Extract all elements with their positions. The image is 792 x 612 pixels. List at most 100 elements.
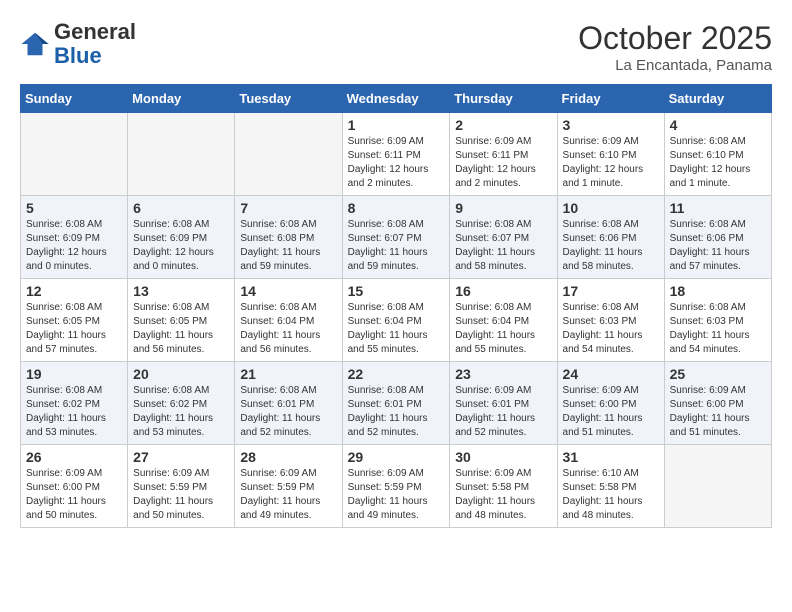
day-info: Sunrise: 6:08 AM Sunset: 6:06 PM Dayligh… xyxy=(563,218,659,274)
day-info: Sunrise: 6:09 AM Sunset: 5:58 PM Dayligh… xyxy=(455,467,551,523)
day-number: 15 xyxy=(348,283,445,299)
day-number: 10 xyxy=(563,200,659,216)
logo-general: General xyxy=(54,19,136,44)
day-number: 7 xyxy=(240,200,336,216)
weekday-header-wednesday: Wednesday xyxy=(342,85,450,113)
weekday-header-saturday: Saturday xyxy=(664,85,771,113)
calendar-table: SundayMondayTuesdayWednesdayThursdayFrid… xyxy=(20,84,772,528)
page-header: General Blue October 2025 La Encantada, … xyxy=(20,20,772,74)
calendar-week-1: 1Sunrise: 6:09 AM Sunset: 6:11 PM Daylig… xyxy=(21,113,772,196)
day-info: Sunrise: 6:08 AM Sunset: 6:03 PM Dayligh… xyxy=(563,301,659,357)
day-info: Sunrise: 6:08 AM Sunset: 6:06 PM Dayligh… xyxy=(670,218,766,274)
calendar-cell: 17Sunrise: 6:08 AM Sunset: 6:03 PM Dayli… xyxy=(557,279,664,362)
day-info: Sunrise: 6:09 AM Sunset: 5:59 PM Dayligh… xyxy=(348,467,445,523)
day-info: Sunrise: 6:08 AM Sunset: 6:02 PM Dayligh… xyxy=(26,384,122,440)
day-info: Sunrise: 6:08 AM Sunset: 6:08 PM Dayligh… xyxy=(240,218,336,274)
day-number: 23 xyxy=(455,366,551,382)
day-number: 16 xyxy=(455,283,551,299)
day-number: 13 xyxy=(133,283,229,299)
weekday-header-tuesday: Tuesday xyxy=(235,85,342,113)
logo-text: General Blue xyxy=(54,20,136,68)
calendar-cell: 2Sunrise: 6:09 AM Sunset: 6:11 PM Daylig… xyxy=(450,113,557,196)
day-number: 20 xyxy=(133,366,229,382)
day-info: Sunrise: 6:08 AM Sunset: 6:09 PM Dayligh… xyxy=(26,218,122,274)
weekday-header-thursday: Thursday xyxy=(450,85,557,113)
calendar-week-5: 26 Sunrise: 6:09 AM Sunset: 6:00 PM Dayli… xyxy=(21,445,772,528)
weekday-header-row: SundayMondayTuesdayWednesdayThursdayFrid… xyxy=(21,85,772,113)
day-info: Sunrise: 6:10 AM Sunset: 5:58 PM Dayligh… xyxy=(563,467,659,523)
calendar-cell: 29 Sunrise: 6:09 AM Sunset: 5:59 PM Dayli… xyxy=(342,445,450,528)
day-info: Sunrise: 6:09 AM Sunset: 5:59 PM Dayligh… xyxy=(133,467,229,523)
calendar-week-2: 5 Sunrise: 6:08 AM Sunset: 6:09 PM Daylig… xyxy=(21,196,772,279)
calendar-cell: 19 Sunrise: 6:08 AM Sunset: 6:02 PM Dayli… xyxy=(21,362,128,445)
calendar-cell: 20Sunrise: 6:08 AM Sunset: 6:02 PM Dayli… xyxy=(128,362,235,445)
calendar-cell: 26 Sunrise: 6:09 AM Sunset: 6:00 PM Dayli… xyxy=(21,445,128,528)
calendar-cell: 3 Sunrise: 6:09 AM Sunset: 6:10 PM Daylig… xyxy=(557,113,664,196)
logo-icon xyxy=(20,29,50,59)
calendar-cell: 15 Sunrise: 6:08 AM Sunset: 6:04 PM Dayli… xyxy=(342,279,450,362)
calendar-cell: 1Sunrise: 6:09 AM Sunset: 6:11 PM Daylig… xyxy=(342,113,450,196)
day-info: Sunrise: 6:08 AM Sunset: 6:05 PM Dayligh… xyxy=(26,301,122,357)
calendar-week-4: 19 Sunrise: 6:08 AM Sunset: 6:02 PM Dayli… xyxy=(21,362,772,445)
day-number: 22 xyxy=(348,366,445,382)
day-number: 24 xyxy=(563,366,659,382)
calendar-cell: 8Sunrise: 6:08 AM Sunset: 6:07 PM Daylig… xyxy=(342,196,450,279)
day-info: Sunrise: 6:08 AM Sunset: 6:04 PM Dayligh… xyxy=(348,301,445,357)
day-number: 5 xyxy=(26,200,122,216)
title-block: October 2025 La Encantada, Panama xyxy=(578,20,772,74)
calendar-cell: 7 Sunrise: 6:08 AM Sunset: 6:08 PM Daylig… xyxy=(235,196,342,279)
calendar-week-3: 12 Sunrise: 6:08 AM Sunset: 6:05 PM Dayli… xyxy=(21,279,772,362)
weekday-header-monday: Monday xyxy=(128,85,235,113)
day-info: Sunrise: 6:09 AM Sunset: 6:10 PM Dayligh… xyxy=(563,135,659,191)
day-info: Sunrise: 6:09 AM Sunset: 6:00 PM Dayligh… xyxy=(26,467,122,523)
calendar-cell: 30 Sunrise: 6:09 AM Sunset: 5:58 PM Dayli… xyxy=(450,445,557,528)
day-number: 18 xyxy=(670,283,766,299)
calendar-cell: 14 Sunrise: 6:08 AM Sunset: 6:04 PM Dayli… xyxy=(235,279,342,362)
day-info: Sunrise: 6:08 AM Sunset: 6:07 PM Dayligh… xyxy=(455,218,551,274)
day-info: Sunrise: 6:09 AM Sunset: 6:00 PM Dayligh… xyxy=(670,384,766,440)
day-number: 19 xyxy=(26,366,122,382)
day-info: Sunrise: 6:08 AM Sunset: 6:03 PM Dayligh… xyxy=(670,301,766,357)
calendar-cell: 16Sunrise: 6:08 AM Sunset: 6:04 PM Dayli… xyxy=(450,279,557,362)
day-number: 8 xyxy=(348,200,445,216)
calendar-cell: 23 Sunrise: 6:09 AM Sunset: 6:01 PM Dayli… xyxy=(450,362,557,445)
day-number: 28 xyxy=(240,449,336,465)
calendar-cell: 21 Sunrise: 6:08 AM Sunset: 6:01 PM Dayli… xyxy=(235,362,342,445)
day-number: 14 xyxy=(240,283,336,299)
day-number: 21 xyxy=(240,366,336,382)
calendar-cell: 28 Sunrise: 6:09 AM Sunset: 5:59 PM Dayli… xyxy=(235,445,342,528)
weekday-header-friday: Friday xyxy=(557,85,664,113)
day-info: Sunrise: 6:09 AM Sunset: 6:01 PM Dayligh… xyxy=(455,384,551,440)
day-number: 1 xyxy=(348,117,445,133)
calendar-cell: 12 Sunrise: 6:08 AM Sunset: 6:05 PM Dayli… xyxy=(21,279,128,362)
calendar-cell xyxy=(235,113,342,196)
day-number: 12 xyxy=(26,283,122,299)
calendar-cell: 10 Sunrise: 6:08 AM Sunset: 6:06 PM Dayli… xyxy=(557,196,664,279)
calendar-cell: 4Sunrise: 6:08 AM Sunset: 6:10 PM Daylig… xyxy=(664,113,771,196)
calendar-cell: 13 Sunrise: 6:08 AM Sunset: 6:05 PM Dayli… xyxy=(128,279,235,362)
day-info: Sunrise: 6:09 AM Sunset: 5:59 PM Dayligh… xyxy=(240,467,336,523)
day-number: 26 xyxy=(26,449,122,465)
calendar-cell: 5 Sunrise: 6:08 AM Sunset: 6:09 PM Daylig… xyxy=(21,196,128,279)
day-number: 4 xyxy=(670,117,766,133)
logo-blue: Blue xyxy=(54,43,102,68)
day-info: Sunrise: 6:08 AM Sunset: 6:04 PM Dayligh… xyxy=(240,301,336,357)
calendar-cell: 25Sunrise: 6:09 AM Sunset: 6:00 PM Dayli… xyxy=(664,362,771,445)
day-number: 3 xyxy=(563,117,659,133)
month-title: October 2025 xyxy=(578,20,772,57)
calendar-cell: 27 Sunrise: 6:09 AM Sunset: 5:59 PM Dayli… xyxy=(128,445,235,528)
day-number: 29 xyxy=(348,449,445,465)
calendar-cell xyxy=(128,113,235,196)
calendar-cell: 6Sunrise: 6:08 AM Sunset: 6:09 PM Daylig… xyxy=(128,196,235,279)
day-number: 30 xyxy=(455,449,551,465)
day-info: Sunrise: 6:09 AM Sunset: 6:00 PM Dayligh… xyxy=(563,384,659,440)
day-number: 9 xyxy=(455,200,551,216)
calendar-cell: 24 Sunrise: 6:09 AM Sunset: 6:00 PM Dayli… xyxy=(557,362,664,445)
logo: General Blue xyxy=(20,20,136,68)
day-info: Sunrise: 6:08 AM Sunset: 6:01 PM Dayligh… xyxy=(240,384,336,440)
calendar-cell xyxy=(21,113,128,196)
day-info: Sunrise: 6:08 AM Sunset: 6:05 PM Dayligh… xyxy=(133,301,229,357)
calendar-cell: 11Sunrise: 6:08 AM Sunset: 6:06 PM Dayli… xyxy=(664,196,771,279)
day-number: 27 xyxy=(133,449,229,465)
day-number: 6 xyxy=(133,200,229,216)
